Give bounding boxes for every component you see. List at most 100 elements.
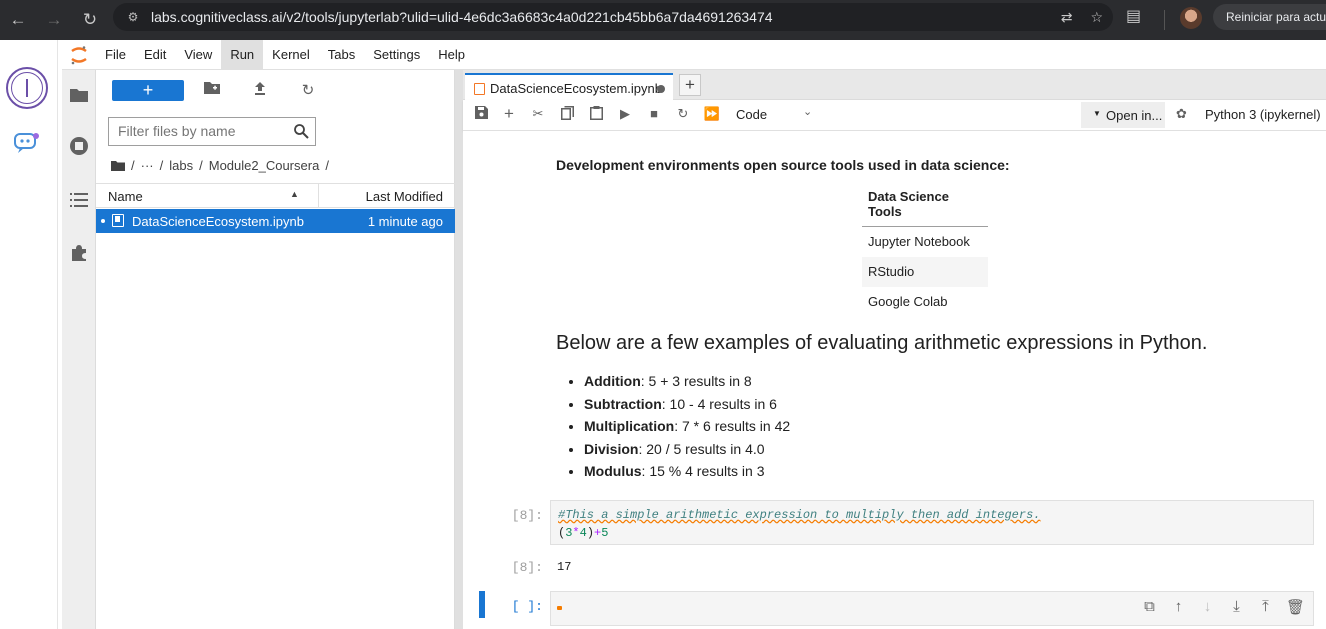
restart-kernel-icon[interactable]: ↻	[673, 106, 693, 124]
table-of-contents-icon[interactable]	[69, 190, 89, 210]
cut-icon[interactable]: ✂	[528, 106, 548, 124]
list-item-text: : 15 % 4 results in 3	[641, 463, 765, 479]
interrupt-stop-icon[interactable]: ■	[644, 106, 664, 124]
duplicate-cell-icon[interactable]: ⧉	[1141, 598, 1158, 616]
restart-run-all-icon[interactable]: ⏩	[702, 106, 722, 124]
extensions-icon[interactable]: ▤	[1126, 6, 1141, 26]
panel-splitter[interactable]	[455, 70, 463, 629]
unsaved-indicator-icon[interactable]	[657, 85, 665, 93]
refresh-icon[interactable]: ↻	[298, 81, 318, 101]
folder-icon[interactable]	[69, 84, 89, 104]
translate-icon[interactable]: ⇄	[1061, 9, 1073, 26]
list-item: Multiplication: 7 * 6 results in 42	[584, 416, 790, 439]
forward-icon[interactable]: →	[36, 0, 72, 40]
sort-ascending-icon[interactable]: ▲	[290, 189, 299, 199]
tab-label[interactable]: DataScienceEcosystem.ipynb	[490, 81, 662, 96]
output-prompt: [8]:	[511, 560, 543, 575]
file-name[interactable]: DataScienceEcosystem.ipynb	[132, 214, 304, 229]
menu-edit[interactable]: Edit	[135, 40, 175, 70]
notebook-tab-icon	[474, 83, 485, 95]
breadcrumb-labs[interactable]: labs	[169, 158, 193, 173]
menu-view[interactable]: View	[175, 40, 221, 70]
empty-code-cell[interactable]: ⧉ ↑ ↓ ⤓ ⤒ 🗑	[550, 591, 1314, 626]
list-item-term: Modulus	[584, 463, 642, 479]
file-filter-field[interactable]	[118, 123, 288, 139]
empty-cell-prompt: [ ]:	[511, 599, 543, 614]
insert-cell-icon[interactable]: +	[499, 104, 519, 123]
column-divider[interactable]	[318, 184, 319, 208]
menu-help[interactable]: Help	[429, 40, 474, 70]
jupyter-logo-icon	[62, 40, 96, 70]
breadcrumb-ellipsis[interactable]: ···	[141, 158, 154, 173]
menu-kernel[interactable]: Kernel	[263, 40, 319, 70]
search-icon	[294, 124, 309, 139]
menu-tabs[interactable]: Tabs	[319, 40, 364, 70]
file-list-header: Name ▲ Last Modified	[96, 183, 455, 208]
breadcrumb-module2-coursera[interactable]: Module2_Coursera	[209, 158, 320, 173]
breadcrumb: / ··· / labs / Module2_Coursera /	[111, 156, 329, 174]
list-item: Modulus: 15 % 4 results in 3	[584, 461, 790, 484]
insert-above-icon[interactable]: ⤓	[1228, 598, 1245, 616]
reload-icon[interactable]: ↻	[72, 0, 108, 40]
code-token: )	[586, 526, 595, 540]
jupyter-menubar: File Edit View Run Kernel Tabs Settings …	[62, 39, 1326, 70]
menu-file[interactable]: File	[96, 40, 135, 70]
code-comment: #This a simple arithmetic expression to …	[558, 508, 1041, 522]
copy-icon[interactable]	[557, 106, 577, 124]
skills-network-logo-icon[interactable]	[6, 67, 48, 109]
tab-notebook[interactable]: DataScienceEcosystem.ipynb	[465, 73, 673, 100]
breadcrumb-root-separator: /	[131, 157, 135, 173]
menu-run[interactable]: Run	[221, 39, 264, 70]
debugger-bug-icon[interactable]: ✿	[1176, 106, 1187, 122]
new-launcher-button[interactable]: +	[112, 80, 184, 101]
address-bar[interactable]: ⚙ labs.cognitiveclass.ai/v2/tools/jupyte…	[113, 3, 1113, 31]
caret-down-icon: ▼	[1093, 109, 1101, 118]
add-tab-button[interactable]: +	[679, 74, 701, 96]
column-last-modified-header[interactable]: Last Modified	[366, 189, 443, 204]
cell-output: 17	[557, 560, 572, 574]
code-cell-editor[interactable]: #This a simple arithmetic expression to …	[550, 500, 1314, 545]
delete-cell-icon[interactable]: 🗑	[1286, 598, 1305, 616]
site-info-icon[interactable]: ⚙	[119, 10, 147, 24]
home-folder-icon[interactable]	[111, 160, 125, 171]
outer-app-strip	[0, 40, 58, 629]
column-name-header[interactable]: Name	[108, 189, 143, 204]
breadcrumb-separator: /	[159, 157, 164, 173]
activity-sidebar	[62, 70, 96, 629]
save-icon[interactable]	[471, 106, 491, 124]
code-token: 4	[579, 526, 587, 540]
list-item-text: : 5 + 3 results in 8	[640, 373, 752, 389]
move-down-icon[interactable]: ↓	[1199, 598, 1216, 616]
back-icon[interactable]: ←	[0, 0, 36, 40]
list-item-text: : 7 * 6 results in 42	[674, 418, 791, 434]
move-up-icon[interactable]: ↑	[1170, 598, 1187, 616]
file-browser-panel: + ↻ / ··· / labs / Module2_Coursera / Na…	[96, 70, 455, 629]
insert-below-icon[interactable]: ⤒	[1257, 598, 1274, 616]
open-in-button[interactable]: ▼ Open in...	[1081, 102, 1165, 128]
file-filter-input[interactable]	[108, 117, 316, 146]
notebook-content: Development environments open source too…	[463, 131, 1326, 629]
toolbar-divider	[1164, 10, 1165, 30]
file-row-selected[interactable]: DataScienceEcosystem.ipynb 1 minute ago	[96, 209, 455, 233]
examples-list: Addition: 5 + 3 results in 8 Subtraction…	[584, 371, 790, 484]
document-tabbar: DataScienceEcosystem.ipynb +	[463, 70, 1326, 100]
chevron-down-icon[interactable]: ⌄	[803, 105, 812, 118]
address-url[interactable]: labs.cognitiveclass.ai/v2/tools/jupyterl…	[151, 9, 773, 25]
menu-settings[interactable]: Settings	[364, 40, 429, 70]
list-item: Addition: 5 + 3 results in 8	[584, 371, 790, 394]
ai-assistant-icon[interactable]	[13, 131, 41, 155]
extension-puzzle-icon[interactable]	[69, 243, 89, 263]
table-cell: Google Colab	[868, 294, 948, 309]
profile-avatar[interactable]	[1180, 7, 1202, 29]
running-indicator-icon	[101, 219, 105, 223]
kernel-name[interactable]: Python 3 (ipykernel)	[1205, 107, 1321, 122]
update-restart-button[interactable]: Reiniciar para actua	[1213, 4, 1326, 30]
upload-icon[interactable]	[250, 81, 270, 101]
running-stop-icon[interactable]	[69, 136, 89, 156]
run-icon[interactable]: ▶	[615, 106, 635, 124]
table-cell: Jupyter Notebook	[868, 234, 970, 250]
section-heading: Below are a few examples of evaluating a…	[556, 332, 1208, 354]
paste-icon[interactable]	[586, 106, 606, 124]
bookmark-star-icon[interactable]: ☆	[1090, 9, 1103, 26]
new-folder-icon[interactable]	[202, 81, 222, 101]
